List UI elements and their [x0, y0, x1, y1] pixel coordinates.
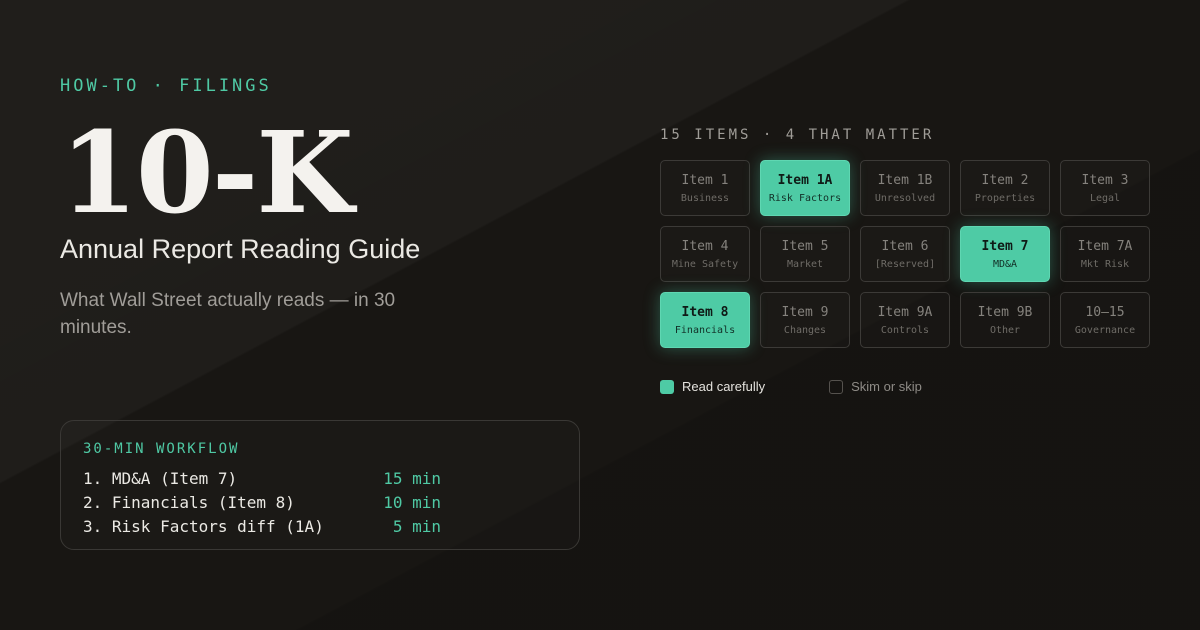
item-description: [Reserved] — [874, 258, 936, 270]
workflow-card: 30-MIN WORKFLOW 1. MD&A (Item 7) 15 min … — [60, 420, 580, 550]
item-cell: Item 9A Controls — [860, 292, 950, 348]
legend: Read carefully Skim or skip — [660, 379, 922, 394]
legend-read-label: Read carefully — [682, 379, 766, 394]
item-description: Controls — [880, 324, 930, 336]
item-number: Item 5 — [781, 238, 829, 254]
workflow-step: 1. MD&A (Item 7) 15 min — [83, 467, 557, 491]
item-description: Unresolved — [874, 192, 936, 204]
item-description: Changes — [783, 324, 827, 336]
item-cell: Item 2 Properties — [960, 160, 1050, 216]
workflow-step: 2. Financials (Item 8) 10 min — [83, 491, 557, 515]
workflow-step-time: 15 min — [383, 469, 441, 488]
item-number: Item 1A — [777, 172, 833, 188]
page-title: 10-K — [60, 108, 354, 239]
workflow-step-task: 1. MD&A (Item 7) — [83, 469, 238, 488]
item-number: Item 1B — [877, 172, 933, 188]
item-description: Legal — [1089, 192, 1121, 204]
item-cell: Item 5 Market — [760, 226, 850, 282]
item-number: Item 7A — [1077, 238, 1133, 254]
workflow-step-time: 5 min — [392, 517, 441, 536]
item-cell: Item 9 Changes — [760, 292, 850, 348]
item-description: Other — [989, 324, 1021, 336]
item-cell: Item 6 [Reserved] — [860, 226, 950, 282]
item-cell: Item 1 Business — [660, 160, 750, 216]
item-number: Item 6 — [881, 238, 929, 254]
item-number: Item 9 — [781, 304, 829, 320]
items-grid: Item 1 Business Item 1A Risk Factors Item 1B… — [660, 160, 1150, 348]
item-description: Properties — [974, 192, 1036, 204]
legend-filled-swatch — [660, 379, 674, 394]
item-description: Risk Factors — [768, 192, 842, 204]
legend-read-carefully: Read carefully — [660, 379, 765, 394]
item-description: Business — [680, 192, 730, 204]
eyebrow-label: HOW-TO · FILINGS — [60, 76, 272, 96]
item-number: Item 2 — [981, 172, 1029, 188]
item-cell: Item 7A Mkt Risk — [1060, 226, 1150, 282]
item-number: Item 9A — [877, 304, 933, 320]
legend-empty-swatch — [829, 379, 844, 394]
workflow-step-time: 10 min — [383, 493, 441, 512]
item-number: Item 7 — [981, 238, 1029, 254]
item-cell: Item 7 MD&A — [960, 226, 1050, 282]
item-description: Governance — [1074, 324, 1136, 336]
item-cell: Item 8 Financials — [660, 292, 750, 348]
item-cell: Item 1A Risk Factors — [760, 160, 850, 216]
page-subtitle: Annual Report Reading Guide — [60, 234, 421, 264]
item-number: Item 1 — [681, 172, 729, 188]
workflow-title: 30-MIN WORKFLOW — [83, 441, 240, 457]
item-number: Item 9B — [977, 304, 1033, 320]
workflow-step-task: 2. Financials (Item 8) — [83, 493, 295, 512]
item-number: 10–15 — [1085, 304, 1125, 320]
item-description: MD&A — [992, 258, 1018, 270]
item-cell: Item 9B Other — [960, 292, 1050, 348]
item-cell: Item 3 Legal — [1060, 160, 1150, 216]
item-description: Financials — [674, 324, 736, 336]
item-number: Item 8 — [681, 304, 729, 320]
item-number: Item 4 — [681, 238, 729, 254]
item-cell: Item 4 Mine Safety — [660, 226, 750, 282]
workflow-step: 3. Risk Factors diff (1A) 5 min — [83, 515, 557, 539]
workflow-step-task: 3. Risk Factors diff (1A) — [83, 517, 324, 536]
item-number: Item 3 — [1081, 172, 1129, 188]
legend-skim-or-skip: Skim or skip — [829, 379, 922, 394]
item-cell: Item 1B Unresolved — [860, 160, 950, 216]
item-cell: 10–15 Governance — [1060, 292, 1150, 348]
tagline: What Wall Street actually reads — in 30 … — [60, 290, 396, 338]
item-description: Mine Safety — [671, 258, 739, 270]
items-grid-title: 15 ITEMS · 4 THAT MATTER — [660, 127, 935, 143]
legend-skim-label: Skim or skip — [851, 379, 922, 394]
item-description: Market — [786, 258, 824, 270]
item-description: Mkt Risk — [1080, 258, 1130, 270]
